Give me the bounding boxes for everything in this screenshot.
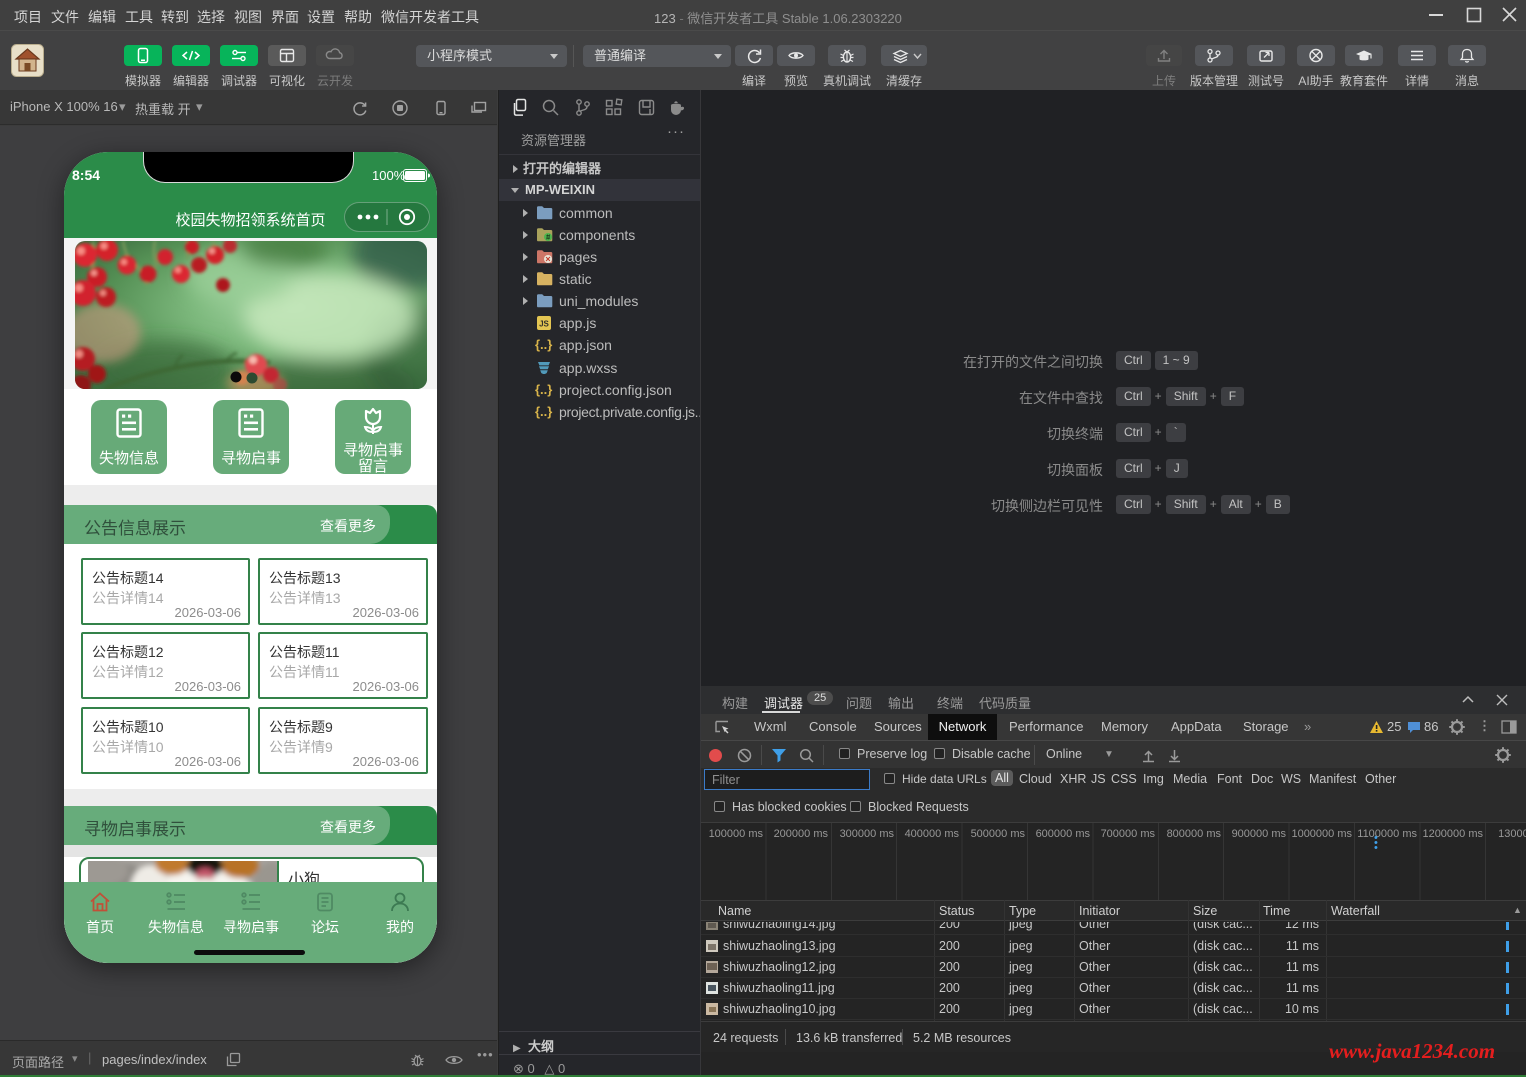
svg-text:JS: JS: [539, 320, 549, 329]
